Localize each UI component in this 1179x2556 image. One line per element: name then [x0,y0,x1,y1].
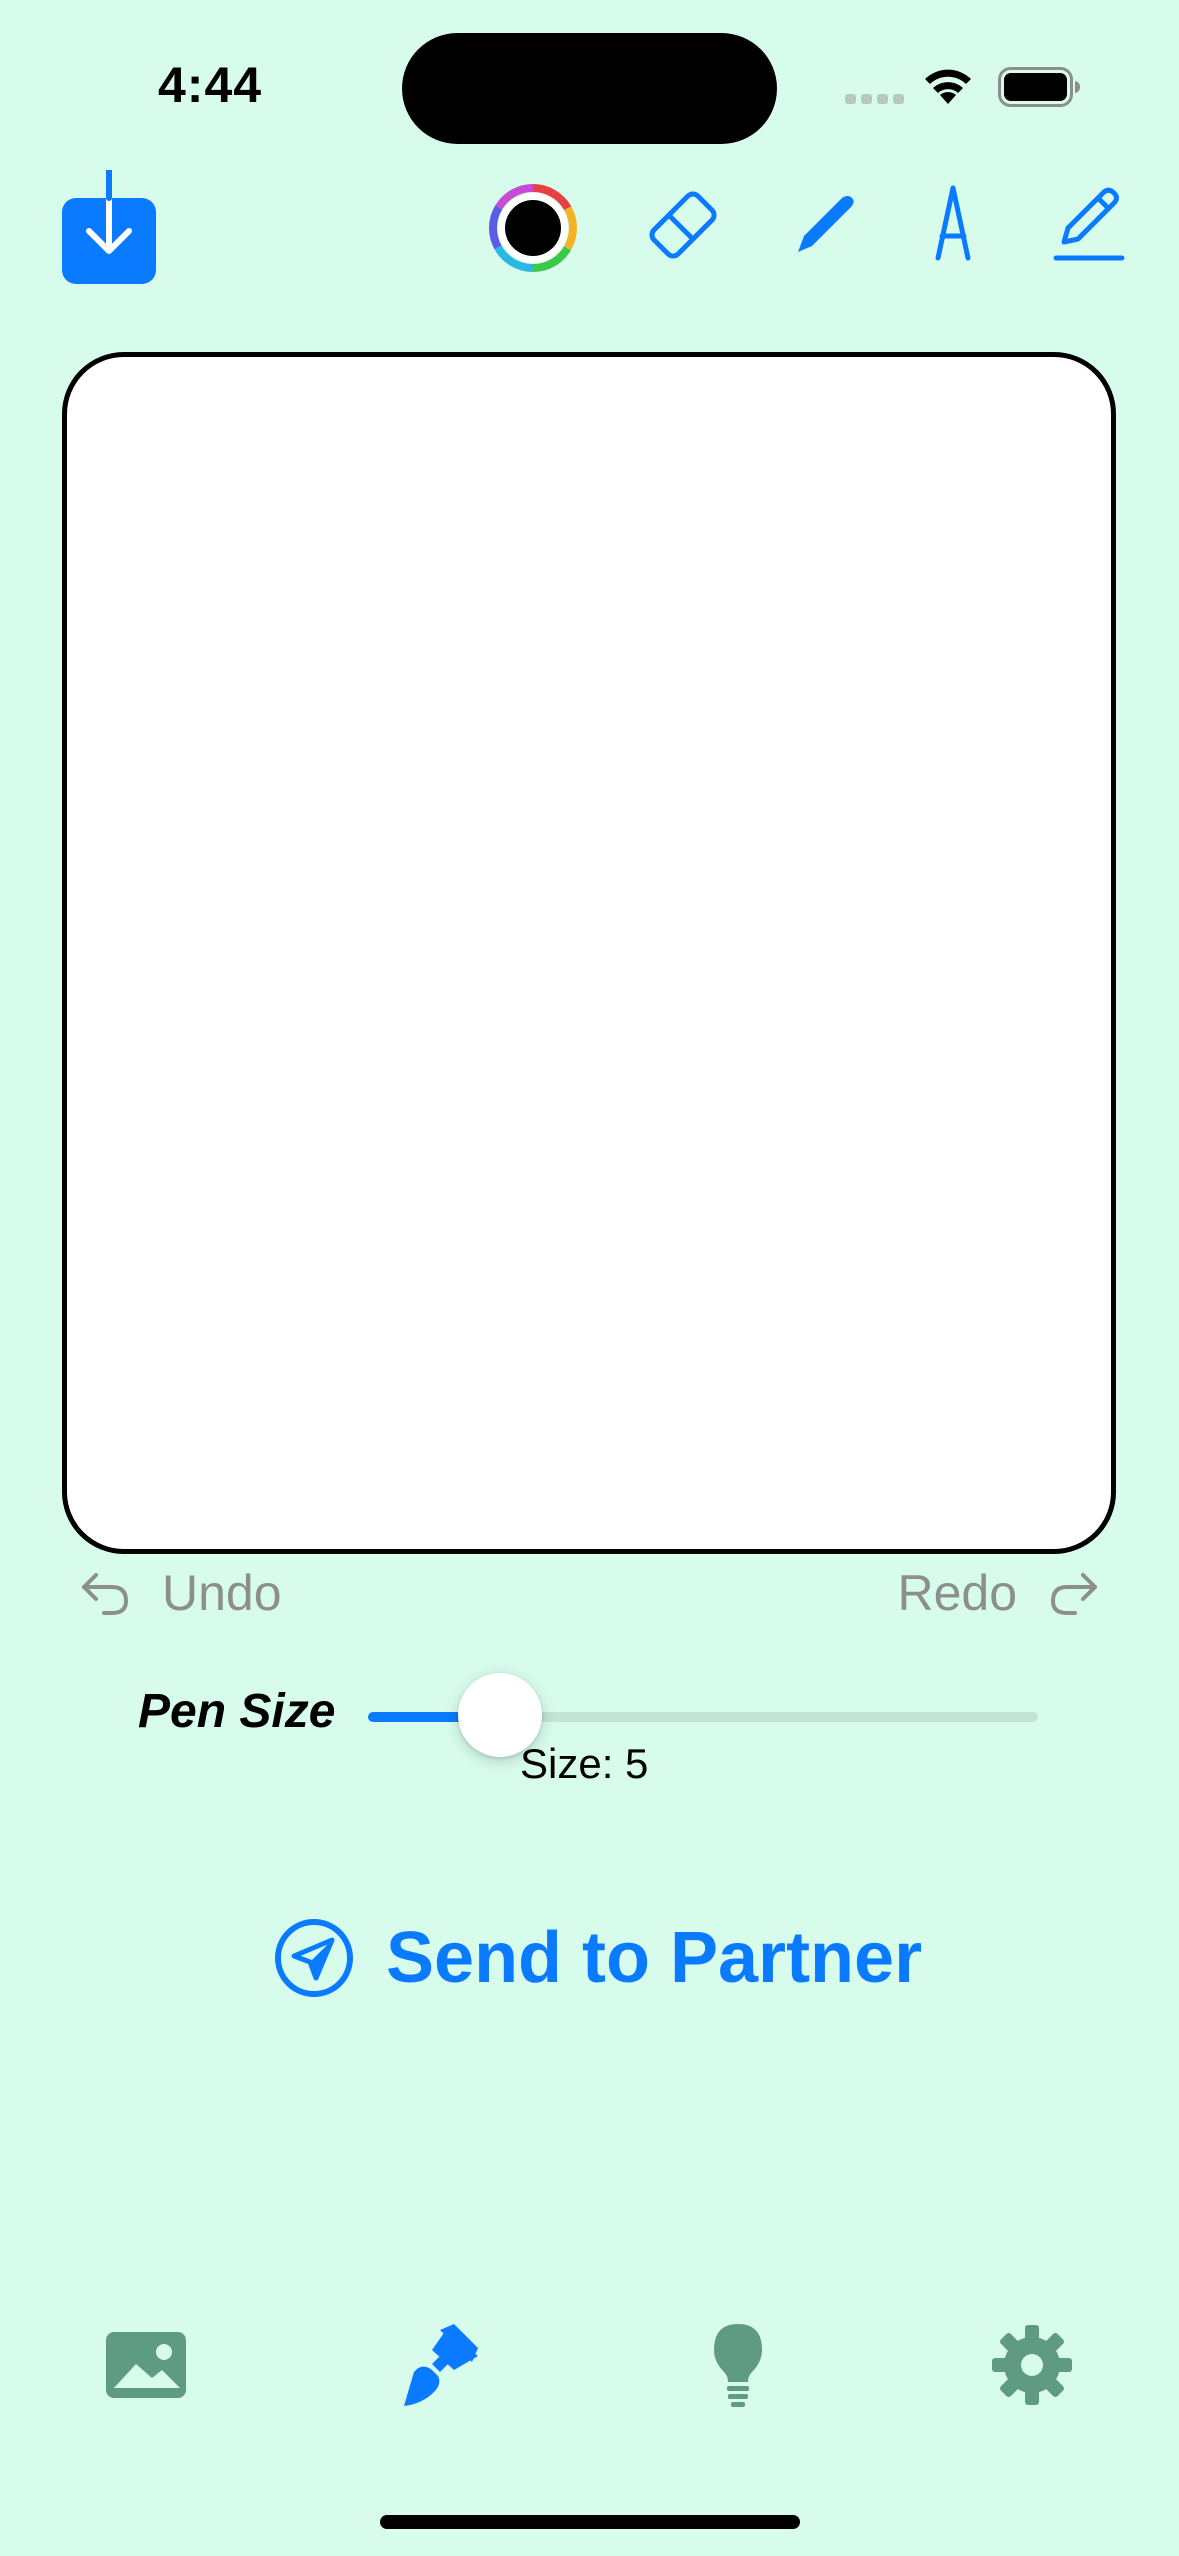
lightbulb-icon [714,2324,762,2407]
pen-size-label: Pen Size [138,1685,336,1738]
home-indicator [380,2515,800,2529]
redo-label: Redo [897,1565,1017,1621]
redo-button[interactable]: Redo [897,1560,1099,1626]
drawing-canvas[interactable] [62,352,1116,1554]
paper-plane-circle-icon [275,1919,353,1997]
eraser-icon[interactable] [638,180,728,270]
wifi-icon [922,64,974,106]
undo-label: Undo [162,1565,282,1621]
paintbrush-icon [404,2324,478,2406]
undo-arrow-icon [82,1573,129,1615]
tab-ideas[interactable] [688,2320,788,2410]
pencil-underline-icon[interactable] [1044,180,1134,270]
tab-settings[interactable] [982,2320,1082,2410]
pen-icon[interactable] [778,180,868,270]
tab-gallery[interactable] [100,2320,200,2410]
battery-icon [998,67,1082,107]
photo-icon [106,2332,186,2398]
gear-icon [992,2325,1072,2405]
save-download-button[interactable] [62,167,156,284]
send-label: Send to Partner [386,1918,923,1998]
undo-button[interactable]: Undo [80,1560,282,1626]
pen-size-readout: Size: 5 [520,1740,649,1787]
cellular-signal-icon [845,94,905,104]
tab-draw[interactable] [392,2320,492,2410]
status-time: 4:44 [158,57,263,113]
send-to-partner-button[interactable]: Send to Partner [274,1908,922,2008]
color-picker-button[interactable] [489,184,577,272]
fountain-pen-icon[interactable] [908,180,998,270]
redo-arrow-icon [1050,1573,1097,1615]
dynamic-island [402,33,777,144]
